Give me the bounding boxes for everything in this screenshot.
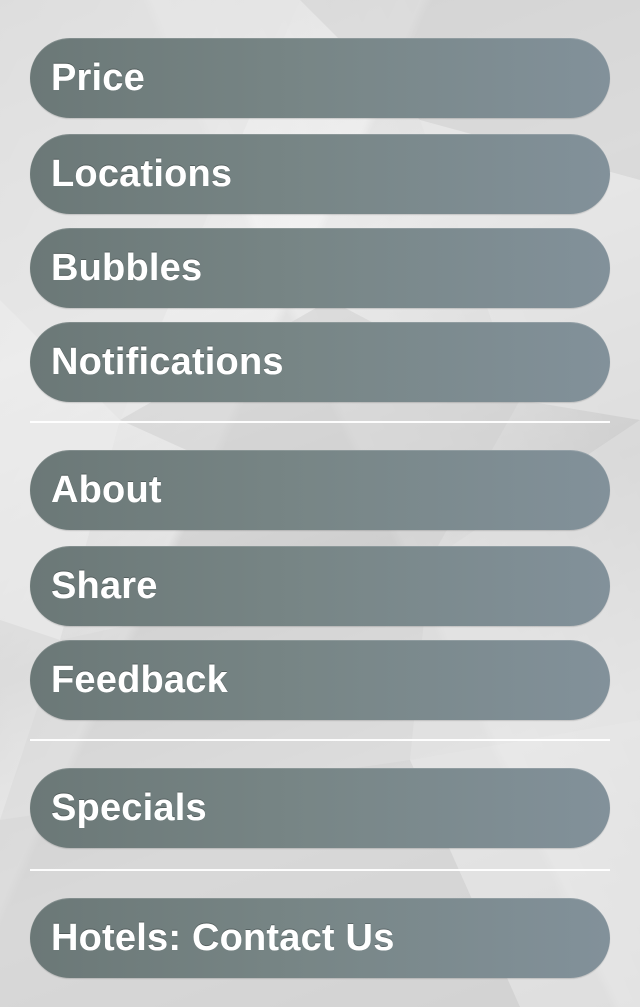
feedback-button[interactable]: Feedback (30, 640, 610, 720)
notifications-button[interactable]: Notifications (30, 322, 610, 402)
section-divider (30, 421, 610, 423)
hotels-contact-button[interactable]: Hotels: Contact Us (30, 898, 610, 978)
price-button[interactable]: Price (30, 38, 610, 118)
share-label: Share (51, 564, 158, 607)
about-label: About (51, 468, 162, 511)
locations-label: Locations (51, 152, 233, 195)
share-button[interactable]: Share (30, 546, 610, 626)
about-button[interactable]: About (30, 450, 610, 530)
price-label: Price (51, 56, 145, 99)
hotels-contact-label: Hotels: Contact Us (51, 916, 395, 959)
section-divider (30, 869, 610, 871)
locations-button[interactable]: Locations (30, 134, 610, 214)
feedback-label: Feedback (51, 658, 228, 701)
notifications-label: Notifications (51, 340, 284, 383)
specials-label: Specials (51, 786, 207, 829)
specials-button[interactable]: Specials (30, 768, 610, 848)
bubbles-label: Bubbles (51, 246, 203, 289)
bubbles-button[interactable]: Bubbles (30, 228, 610, 308)
section-divider (30, 739, 610, 741)
